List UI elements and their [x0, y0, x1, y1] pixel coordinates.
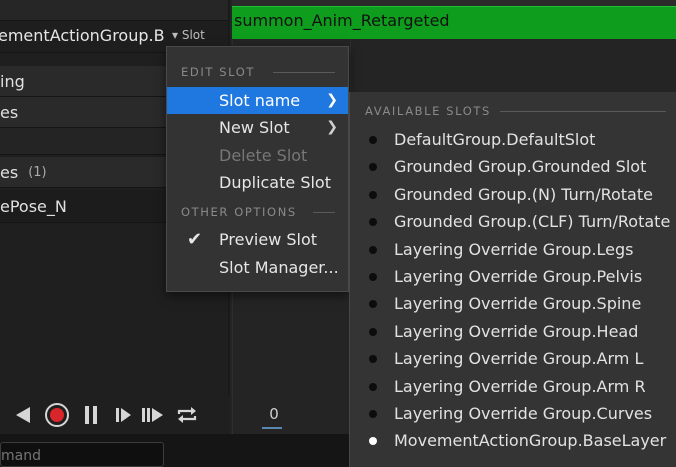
menu-item-slot-manager[interactable]: Slot Manager...: [167, 254, 348, 281]
bullet-icon: [369, 437, 377, 446]
dropdown-arrow-icon: ▾: [172, 28, 179, 42]
menu-item-label: Slot Manager...: [219, 258, 339, 277]
bullet-icon: [369, 136, 377, 144]
slot-option-label: DefaultGroup.DefaultSlot: [394, 130, 596, 149]
bullet-icon: [369, 218, 377, 227]
menu-item-label: Slot name: [219, 91, 301, 110]
slot-option-label: Grounded Group.(N) Turn/Rotate: [394, 184, 653, 204]
slot-option[interactable]: MovementActionGroup.BaseLayer: [350, 427, 676, 454]
menu-item-preview-slot[interactable]: ✔ Preview Slot: [167, 226, 348, 253]
bullet-icon: [369, 355, 377, 364]
menu-item-slot-name[interactable]: Slot name ❯: [167, 87, 348, 114]
edit-slot-header: EDIT SLOT: [181, 65, 255, 79]
menu-item-new-slot[interactable]: New Slot ❯: [167, 114, 348, 141]
menu-item-label: New Slot: [219, 118, 290, 137]
header-divider: [500, 111, 666, 112]
bullet-icon: [369, 245, 377, 254]
anim-segment[interactable]: summon_Anim_Retargeted: [232, 6, 676, 39]
skip-back-icon[interactable]: [10, 396, 36, 434]
slot-option-label: Layering Override Group.Head: [394, 321, 639, 341]
transport-bar: [0, 396, 230, 434]
slot-option[interactable]: Grounded Group.(CLF) Turn/Rotate: [350, 208, 676, 235]
slot-option[interactable]: Layering Override Group.Pelvis: [350, 263, 676, 290]
chevron-right-icon: ❯: [326, 119, 338, 135]
available-slots-submenu: AVAILABLE SLOTS DefaultGroup.DefaultSlot…: [349, 92, 676, 467]
slot-option[interactable]: Layering Override Group.Head: [350, 318, 676, 345]
frame-number: 0: [269, 405, 279, 423]
slot-option-label: Layering Override Group.Pelvis: [394, 267, 643, 286]
slot-dropdown-label: Slot: [181, 28, 205, 42]
slot-option-label: Layering Override Group.Arm L: [394, 349, 644, 369]
slot-option-label: Layering Override Group.Spine: [394, 294, 642, 314]
bullet-icon: [369, 327, 377, 336]
slot-context-menu: EDIT SLOT Slot name ❯ New Slot ❯ Delete …: [166, 46, 349, 292]
slot-option-label: Layering Override Group.Curves: [394, 404, 653, 423]
other-options-header: OTHER OPTIONS: [181, 205, 297, 219]
bullet-icon: [369, 273, 377, 281]
available-slots-header: AVAILABLE SLOTS: [365, 104, 491, 118]
details-row-label: ing: [0, 71, 25, 91]
console-command-input[interactable]: [0, 442, 164, 467]
slot-option[interactable]: DefaultGroup.DefaultSlot: [350, 126, 676, 153]
slot-option-label: Layering Override Group.Legs: [394, 239, 634, 259]
checkmark-icon: ✔: [187, 229, 203, 250]
slot-option[interactable]: Layering Override Group.Spine: [350, 290, 676, 317]
details-row-label: es: [0, 102, 19, 122]
bullet-icon: [369, 382, 377, 391]
slot-option-label: MovementActionGroup.BaseLayer: [394, 431, 667, 451]
count-badge: (1): [28, 164, 47, 180]
slot-option[interactable]: Layering Override Group.Curves: [350, 400, 676, 427]
slot-group-label: ementActionGroup.B: [0, 26, 165, 45]
loop-icon[interactable]: [174, 396, 200, 434]
bullet-icon: [369, 410, 377, 418]
chevron-right-icon: ❯: [326, 92, 338, 108]
slot-option[interactable]: Grounded Group.Grounded Slot: [350, 153, 676, 180]
menu-item-label: Duplicate Slot: [219, 173, 331, 192]
slot-option[interactable]: Layering Override Group.Legs: [350, 236, 676, 263]
menu-item-label: Preview Slot: [219, 230, 318, 249]
slot-option-label: Grounded Group.(CLF) Turn/Rotate: [394, 212, 671, 232]
menu-item-delete-slot: Delete Slot: [167, 142, 348, 169]
details-row-label: es: [0, 162, 19, 182]
slot-option[interactable]: Layering Override Group.Arm R: [350, 373, 676, 400]
menu-item-duplicate-slot[interactable]: Duplicate Slot: [167, 169, 348, 196]
pause-icon[interactable]: [80, 396, 102, 434]
header-divider: [273, 72, 335, 73]
skip-forward-icon[interactable]: [140, 396, 168, 434]
record-icon[interactable]: [42, 396, 72, 434]
header-divider: [313, 212, 335, 213]
bullet-icon: [369, 163, 377, 172]
anim-segment-label: summon_Anim_Retargeted: [234, 11, 450, 30]
slot-option[interactable]: Layering Override Group.Arm L: [350, 345, 676, 372]
slot-dropdown[interactable]: ▾ Slot: [172, 28, 205, 42]
frame-indicator: [262, 427, 282, 429]
bullet-icon: [369, 300, 377, 309]
slot-option-label: Grounded Group.Grounded Slot: [394, 157, 647, 177]
step-forward-icon[interactable]: [112, 396, 136, 434]
bullet-icon: [369, 190, 377, 199]
details-row-label: ePose_N: [0, 196, 67, 216]
slot-option[interactable]: Grounded Group.(N) Turn/Rotate: [350, 181, 676, 208]
panel-header-strip: [0, 0, 228, 21]
menu-item-label: Delete Slot: [219, 146, 308, 165]
slot-option-label: Layering Override Group.Arm R: [394, 376, 646, 396]
